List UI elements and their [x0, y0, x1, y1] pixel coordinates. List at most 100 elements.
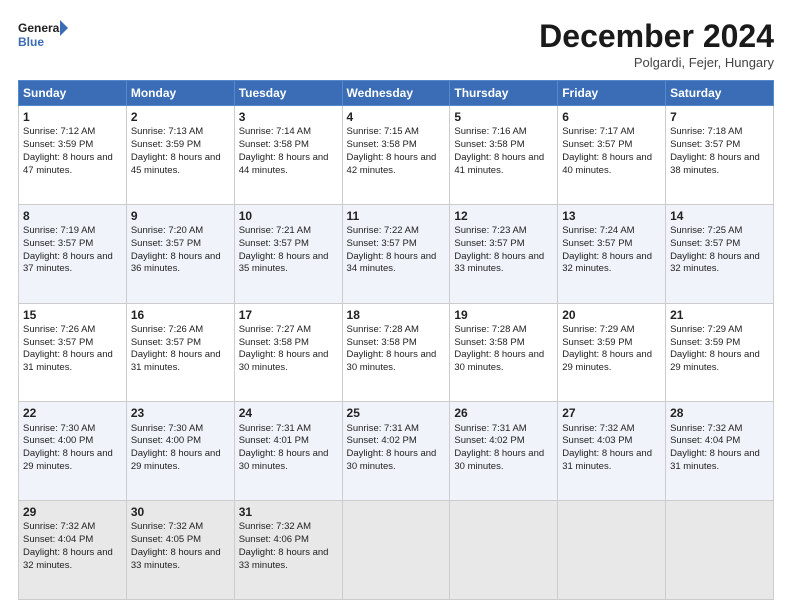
daylight-label: Daylight: 8 hours and 31 minutes. — [562, 448, 652, 472]
daylight-label: Daylight: 8 hours and 44 minutes. — [239, 152, 329, 176]
daylight-label: Daylight: 8 hours and 30 minutes. — [347, 349, 437, 373]
logo-svg: General Blue — [18, 18, 68, 54]
calendar-cell: 28 Sunrise: 7:32 AM Sunset: 4:04 PM Dayl… — [666, 402, 774, 501]
header: General Blue December 2024 Polgardi, Fej… — [18, 18, 774, 70]
sunrise-label: Sunrise: 7:16 AM — [454, 126, 526, 137]
sunset-label: Sunset: 3:57 PM — [347, 238, 417, 249]
calendar-cell: 23 Sunrise: 7:30 AM Sunset: 4:00 PM Dayl… — [126, 402, 234, 501]
sunrise-label: Sunrise: 7:32 AM — [670, 423, 742, 434]
sunset-label: Sunset: 3:57 PM — [670, 139, 740, 150]
day-number: 16 — [131, 307, 230, 323]
sunset-label: Sunset: 4:01 PM — [239, 435, 309, 446]
sunset-label: Sunset: 3:59 PM — [562, 337, 632, 348]
day-number: 3 — [239, 109, 338, 125]
sunset-label: Sunset: 3:57 PM — [131, 337, 201, 348]
calendar-cell: 30 Sunrise: 7:32 AM Sunset: 4:05 PM Dayl… — [126, 501, 234, 600]
daylight-label: Daylight: 8 hours and 29 minutes. — [670, 349, 760, 373]
sunrise-label: Sunrise: 7:28 AM — [347, 324, 419, 335]
calendar-cell: 21 Sunrise: 7:29 AM Sunset: 3:59 PM Dayl… — [666, 303, 774, 402]
sunset-label: Sunset: 3:57 PM — [23, 238, 93, 249]
sunrise-label: Sunrise: 7:12 AM — [23, 126, 95, 137]
daylight-label: Daylight: 8 hours and 42 minutes. — [347, 152, 437, 176]
sunrise-label: Sunrise: 7:22 AM — [347, 225, 419, 236]
sunrise-label: Sunrise: 7:27 AM — [239, 324, 311, 335]
location-subtitle: Polgardi, Fejer, Hungary — [539, 55, 774, 70]
calendar-cell: 15 Sunrise: 7:26 AM Sunset: 3:57 PM Dayl… — [19, 303, 127, 402]
day-number: 19 — [454, 307, 553, 323]
sunset-label: Sunset: 4:02 PM — [454, 435, 524, 446]
sunset-label: Sunset: 3:58 PM — [454, 139, 524, 150]
week-row-2: 8 Sunrise: 7:19 AM Sunset: 3:57 PM Dayli… — [19, 204, 774, 303]
daylight-label: Daylight: 8 hours and 29 minutes. — [23, 448, 113, 472]
sunrise-label: Sunrise: 7:19 AM — [23, 225, 95, 236]
calendar-cell — [666, 501, 774, 600]
sunrise-label: Sunrise: 7:15 AM — [347, 126, 419, 137]
sunrise-label: Sunrise: 7:26 AM — [131, 324, 203, 335]
calendar-cell: 12 Sunrise: 7:23 AM Sunset: 3:57 PM Dayl… — [450, 204, 558, 303]
sunset-label: Sunset: 4:04 PM — [23, 534, 93, 545]
day-number: 11 — [347, 208, 446, 224]
day-number: 6 — [562, 109, 661, 125]
day-number: 8 — [23, 208, 122, 224]
calendar-cell: 3 Sunrise: 7:14 AM Sunset: 3:58 PM Dayli… — [234, 106, 342, 205]
calendar-cell: 20 Sunrise: 7:29 AM Sunset: 3:59 PM Dayl… — [558, 303, 666, 402]
daylight-label: Daylight: 8 hours and 37 minutes. — [23, 251, 113, 275]
day-number: 12 — [454, 208, 553, 224]
sunrise-label: Sunrise: 7:14 AM — [239, 126, 311, 137]
day-number: 5 — [454, 109, 553, 125]
day-number: 9 — [131, 208, 230, 224]
calendar-cell: 8 Sunrise: 7:19 AM Sunset: 3:57 PM Dayli… — [19, 204, 127, 303]
daylight-label: Daylight: 8 hours and 45 minutes. — [131, 152, 221, 176]
svg-text:Blue: Blue — [18, 35, 44, 49]
day-number: 15 — [23, 307, 122, 323]
calendar-cell: 16 Sunrise: 7:26 AM Sunset: 3:57 PM Dayl… — [126, 303, 234, 402]
sunset-label: Sunset: 3:58 PM — [239, 337, 309, 348]
day-header-row: Sunday Monday Tuesday Wednesday Thursday… — [19, 81, 774, 106]
week-row-3: 15 Sunrise: 7:26 AM Sunset: 3:57 PM Dayl… — [19, 303, 774, 402]
logo: General Blue — [18, 18, 68, 54]
sunrise-label: Sunrise: 7:20 AM — [131, 225, 203, 236]
page: General Blue December 2024 Polgardi, Fej… — [0, 0, 792, 612]
day-number: 13 — [562, 208, 661, 224]
sunrise-label: Sunrise: 7:29 AM — [562, 324, 634, 335]
calendar-cell: 2 Sunrise: 7:13 AM Sunset: 3:59 PM Dayli… — [126, 106, 234, 205]
day-number: 23 — [131, 405, 230, 421]
week-row-1: 1 Sunrise: 7:12 AM Sunset: 3:59 PM Dayli… — [19, 106, 774, 205]
sunset-label: Sunset: 3:57 PM — [562, 139, 632, 150]
calendar-cell: 27 Sunrise: 7:32 AM Sunset: 4:03 PM Dayl… — [558, 402, 666, 501]
sunrise-label: Sunrise: 7:30 AM — [23, 423, 95, 434]
calendar-cell: 24 Sunrise: 7:31 AM Sunset: 4:01 PM Dayl… — [234, 402, 342, 501]
calendar-cell: 18 Sunrise: 7:28 AM Sunset: 3:58 PM Dayl… — [342, 303, 450, 402]
sunset-label: Sunset: 4:00 PM — [131, 435, 201, 446]
sunset-label: Sunset: 4:06 PM — [239, 534, 309, 545]
sunset-label: Sunset: 3:58 PM — [454, 337, 524, 348]
day-number: 30 — [131, 504, 230, 520]
daylight-label: Daylight: 8 hours and 33 minutes. — [454, 251, 544, 275]
calendar-cell: 9 Sunrise: 7:20 AM Sunset: 3:57 PM Dayli… — [126, 204, 234, 303]
daylight-label: Daylight: 8 hours and 31 minutes. — [670, 448, 760, 472]
col-friday: Friday — [558, 81, 666, 106]
day-number: 26 — [454, 405, 553, 421]
calendar-cell: 11 Sunrise: 7:22 AM Sunset: 3:57 PM Dayl… — [342, 204, 450, 303]
daylight-label: Daylight: 8 hours and 31 minutes. — [23, 349, 113, 373]
col-saturday: Saturday — [666, 81, 774, 106]
calendar-cell: 19 Sunrise: 7:28 AM Sunset: 3:58 PM Dayl… — [450, 303, 558, 402]
day-number: 14 — [670, 208, 769, 224]
day-number: 10 — [239, 208, 338, 224]
week-row-5: 29 Sunrise: 7:32 AM Sunset: 4:04 PM Dayl… — [19, 501, 774, 600]
day-number: 17 — [239, 307, 338, 323]
sunset-label: Sunset: 4:03 PM — [562, 435, 632, 446]
day-number: 31 — [239, 504, 338, 520]
daylight-label: Daylight: 8 hours and 34 minutes. — [347, 251, 437, 275]
daylight-label: Daylight: 8 hours and 30 minutes. — [347, 448, 437, 472]
day-number: 20 — [562, 307, 661, 323]
day-number: 27 — [562, 405, 661, 421]
calendar-cell: 5 Sunrise: 7:16 AM Sunset: 3:58 PM Dayli… — [450, 106, 558, 205]
sunrise-label: Sunrise: 7:21 AM — [239, 225, 311, 236]
sunset-label: Sunset: 4:05 PM — [131, 534, 201, 545]
day-number: 1 — [23, 109, 122, 125]
daylight-label: Daylight: 8 hours and 30 minutes. — [454, 349, 544, 373]
sunrise-label: Sunrise: 7:32 AM — [131, 521, 203, 532]
sunrise-label: Sunrise: 7:28 AM — [454, 324, 526, 335]
sunset-label: Sunset: 3:57 PM — [239, 238, 309, 249]
